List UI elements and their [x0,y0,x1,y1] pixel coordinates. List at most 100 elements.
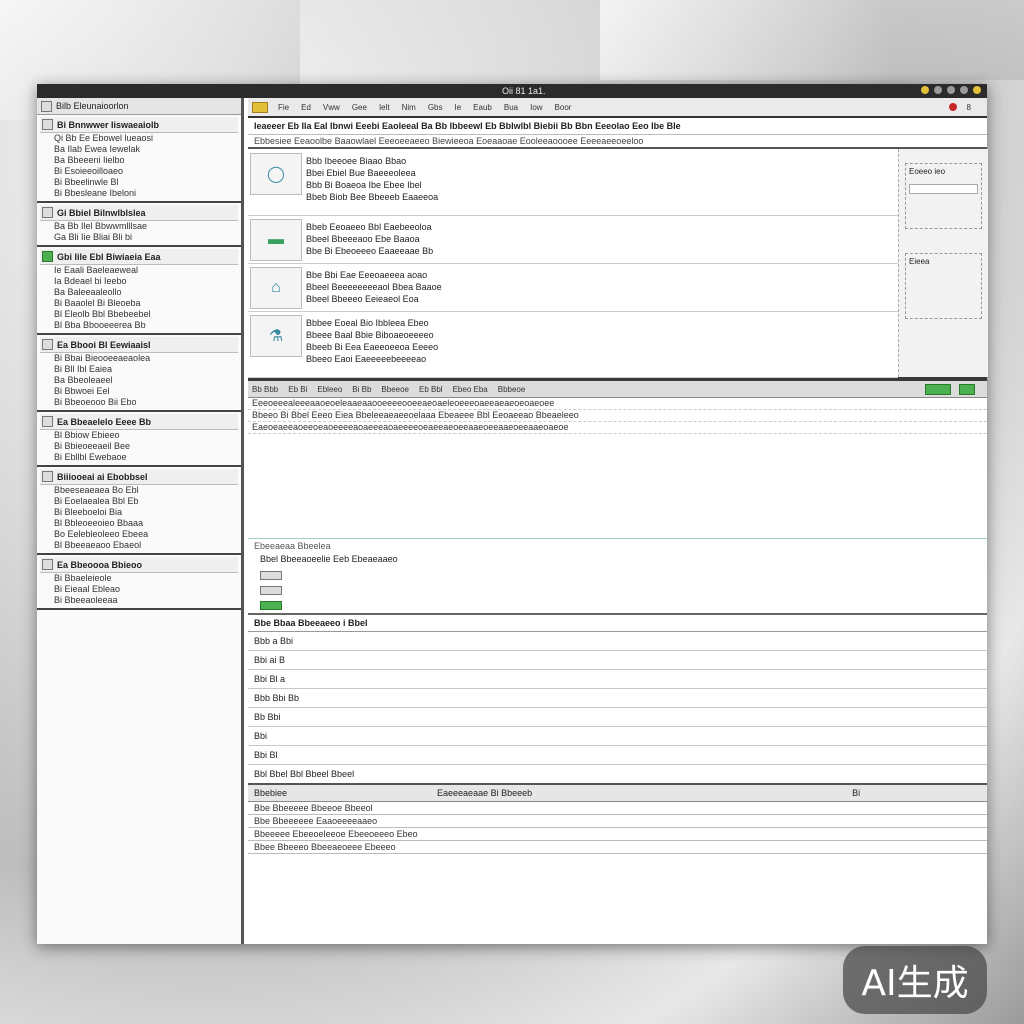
right-panel-box[interactable]: Eieea [905,253,982,319]
editor-tool[interactable]: Eb Bi [288,385,307,394]
editor-tool[interactable]: Ebeo Eba [453,385,488,394]
menu-item[interactable]: Boor [555,103,572,112]
menu-item[interactable]: Vww [323,103,340,112]
sidebar-item[interactable]: Ba Bb Ilel Bbwwmlllsae [40,221,238,232]
sidebar-group-label: Biiiooeai ai Ebobbsel [57,471,148,482]
status-bar: Bbebiee Eaeeeaeaae Bi Bbeeeb Bi [248,783,987,802]
result-card[interactable]: ⚗ Bbbee Eoeal Bio Ibbleea Ebeo Bbeee Baal … [248,311,898,378]
editor-tool[interactable]: Bi Bb [352,385,371,394]
sidebar-item[interactable]: Bi Bbwoei Eel [40,386,238,397]
sidebar-item[interactable]: Bi Bbeeaoleeaa [40,595,238,606]
sidebar-item[interactable]: Bl Bbiow Ebieeo [40,430,238,441]
menu-item[interactable]: Ie [455,103,462,112]
content-header: Ieaeeer Eb Ila Eal Ibnwi Eeebi Eaoleeal … [248,118,987,135]
app-window: Oii 81 1a1. Bilb Eleunaioorlon Bi Bnnwwe… [37,84,988,944]
sidebar-item[interactable]: Bi Bleeboeloi Bia [40,507,238,518]
debug-icon[interactable] [959,383,975,395]
sidebar-item[interactable]: Bl Eleolb Bbl Bbebeebel [40,309,238,320]
menu-item[interactable]: Fie [278,103,289,112]
table-row[interactable]: Bbi ai B [248,651,987,670]
sidebar-item[interactable]: Bbeeseaeaea Bo Ebl [40,485,238,496]
sidebar-item[interactable]: Bi Esoieeoilloaeo [40,166,238,177]
sidebar-item[interactable]: Bi Bll Ibl Eaiea [40,364,238,375]
zoom-icon[interactable] [947,86,955,94]
sidebar-item[interactable]: Bl Bbleoeeoieo Bbaaa [40,518,238,529]
sidebar-item[interactable]: Qi Bb Ee Ebowel lueaosi [40,133,238,144]
menu-item[interactable]: Bua [504,103,518,112]
sidebar-item[interactable]: Bi Bbeelinwle Bl [40,177,238,188]
window-controls [921,86,981,94]
sidebar-item[interactable]: Ie Eaali Baeleaeweal [40,265,238,276]
result-card[interactable]: ◯ Bbb Ibeeoee Biaao Bbao Bbei Ebiel Bue Ba… [248,149,898,216]
sidebar-groups: Bi Bnnwwer Iiswaeaiolb Qi Bb Ee Ebowel lu… [37,115,241,610]
sidebar-item[interactable]: Ga Bli Iie Bliai Bli bi [40,232,238,243]
sidebar-group-title[interactable]: Bi Bnnwwer Iiswaeaiolb [40,117,238,133]
sidebar-item[interactable]: Bi Ebllbl Ewebaoe [40,452,238,463]
run-icon[interactable] [925,383,951,395]
sidebar-item[interactable]: Ba Bbeeeni Iielbo [40,155,238,166]
editor-tool[interactable]: Bb Bbb [252,385,278,394]
sidebar-item[interactable]: Ia Bdeael bi Ieebo [40,276,238,287]
sidebar-item[interactable]: Bi Bbai Bieooeeaeaolea [40,353,238,364]
sidebar-item[interactable]: Bo Eelebleoleeo Ebeea [40,529,238,540]
sidebar-item[interactable]: Bi Eoelaealea Bbl Eb [40,496,238,507]
sidebar-item[interactable]: Bi Bbesleane Ibeloni [40,188,238,199]
sidebar-item[interactable]: Ba Bbeoleaeel [40,375,238,386]
close-icon[interactable] [960,86,968,94]
sidebar-group-title[interactable]: Ea Bbeoooa Bbieoo [40,557,238,573]
content-subheader: Ebbesiee Eeaoolbe Baaowlael Eeeoeeaeeo B… [248,135,987,149]
table-row[interactable]: Bbi [248,727,987,746]
item-icon: ◯ [267,166,285,183]
right-panel-label: Eoeeo ieo [909,167,946,176]
editor-area[interactable] [248,434,987,539]
minimize-icon[interactable] [921,86,929,94]
menu-item[interactable]: Nim [402,103,416,112]
card-line: Bbeel Beeeeeeeeaol Bbea Baaoe [306,282,442,292]
editor-tool[interactable]: Eb Bbl [419,385,443,394]
sidebar-header-label: Bilb Eleunaioorlon [56,101,129,111]
zoom-icon[interactable] [934,86,942,94]
sidebar-item[interactable]: Bi Baaolel Bi Bleoeba [40,298,238,309]
table-row[interactable]: Bbi Bl [248,746,987,765]
table-row[interactable]: Bb Bbi [248,708,987,727]
sidebar-group-title[interactable]: Gi Bbiel Bilnwlblslea [40,205,238,221]
card-text: Bbe Bbi Eae Eeeoaeeea aoao Bbeel Beeeeeee… [306,269,442,305]
editor-tool[interactable]: Bbeeoe [381,385,409,394]
sidebar-item[interactable]: Bi Eieaal Ebleao [40,584,238,595]
menu-item[interactable]: Ielt [379,103,390,112]
menu-item[interactable]: Gee [352,103,367,112]
result-card[interactable]: ⌂ Bbe Bbi Eae Eeeoaeeea aoao Bbeel Beeeeee… [248,263,898,312]
sidebar-group-label: Ea Bbeoooa Bbieoo [57,559,143,570]
record-icon[interactable] [948,103,957,111]
sidebar-item[interactable]: Ba Ilab Ewea Iewelak [40,144,238,155]
sidebar-item[interactable]: Ba Baleeaaleollo [40,287,238,298]
sidebar-item[interactable]: Bi Bbeoeooo Bii Ebo [40,397,238,408]
output-line: Bbee Bbeeeo Bbeeaeoeee Ebeeeo [248,841,987,854]
table-row[interactable]: Bbb Bbi Bb [248,689,987,708]
sidebar-group-title[interactable]: Biiiooeai ai Ebobbsel [40,469,238,485]
menu-item[interactable]: Ed [301,103,311,112]
editor-tool[interactable]: Bbbeoe [498,385,526,394]
menu-item[interactable]: Gbs [428,103,443,112]
layer-icon[interactable] [260,586,282,595]
sidebar-item[interactable]: Bi Bbieoeeaeil Bee [40,441,238,452]
sidebar-item[interactable]: Bl Bba Bbooeeerea Bb [40,320,238,331]
sidebar-item[interactable]: Bi Bbaeleieole [40,573,238,584]
menu-item[interactable]: Eaub [473,103,492,112]
sidebar-item[interactable]: Bl Bbeeaeaoo Ebaeol [40,540,238,551]
result-card[interactable]: ▬ Bbeb Eeoaeeo Bbl Eaebeeoloa Bbeel Bbeeea… [248,215,898,264]
table-row[interactable]: Bbb a Bbi [248,632,987,651]
layer-icon[interactable] [260,571,282,580]
menu-item[interactable]: Iow [530,103,542,112]
right-panel-box[interactable]: Eoeeo ieo [905,163,982,229]
layer-icon[interactable] [260,601,282,610]
output-panel: Bbe Bbeeeee Bbeeoe Bbeeol Bbe Bbeeeeee Ea… [248,802,987,854]
sidebar-group-title[interactable]: Gbi lile Ebl Biwiaeia Eaa [40,249,238,265]
right-panel-input[interactable] [909,184,978,194]
table-row[interactable]: Bbi Bl a [248,670,987,689]
status-icon [973,86,981,94]
editor-tool[interactable]: Ebleeo [317,385,342,394]
sidebar-group: Gbi lile Ebl Biwiaeia Eaa Ie Eaali Baelea… [37,247,241,335]
sidebar-group-title[interactable]: Ea Bbeaelelo Eeee Bb [40,414,238,430]
sidebar-group-title[interactable]: Ea Bbooi Bl Eewiaaisl [40,337,238,353]
